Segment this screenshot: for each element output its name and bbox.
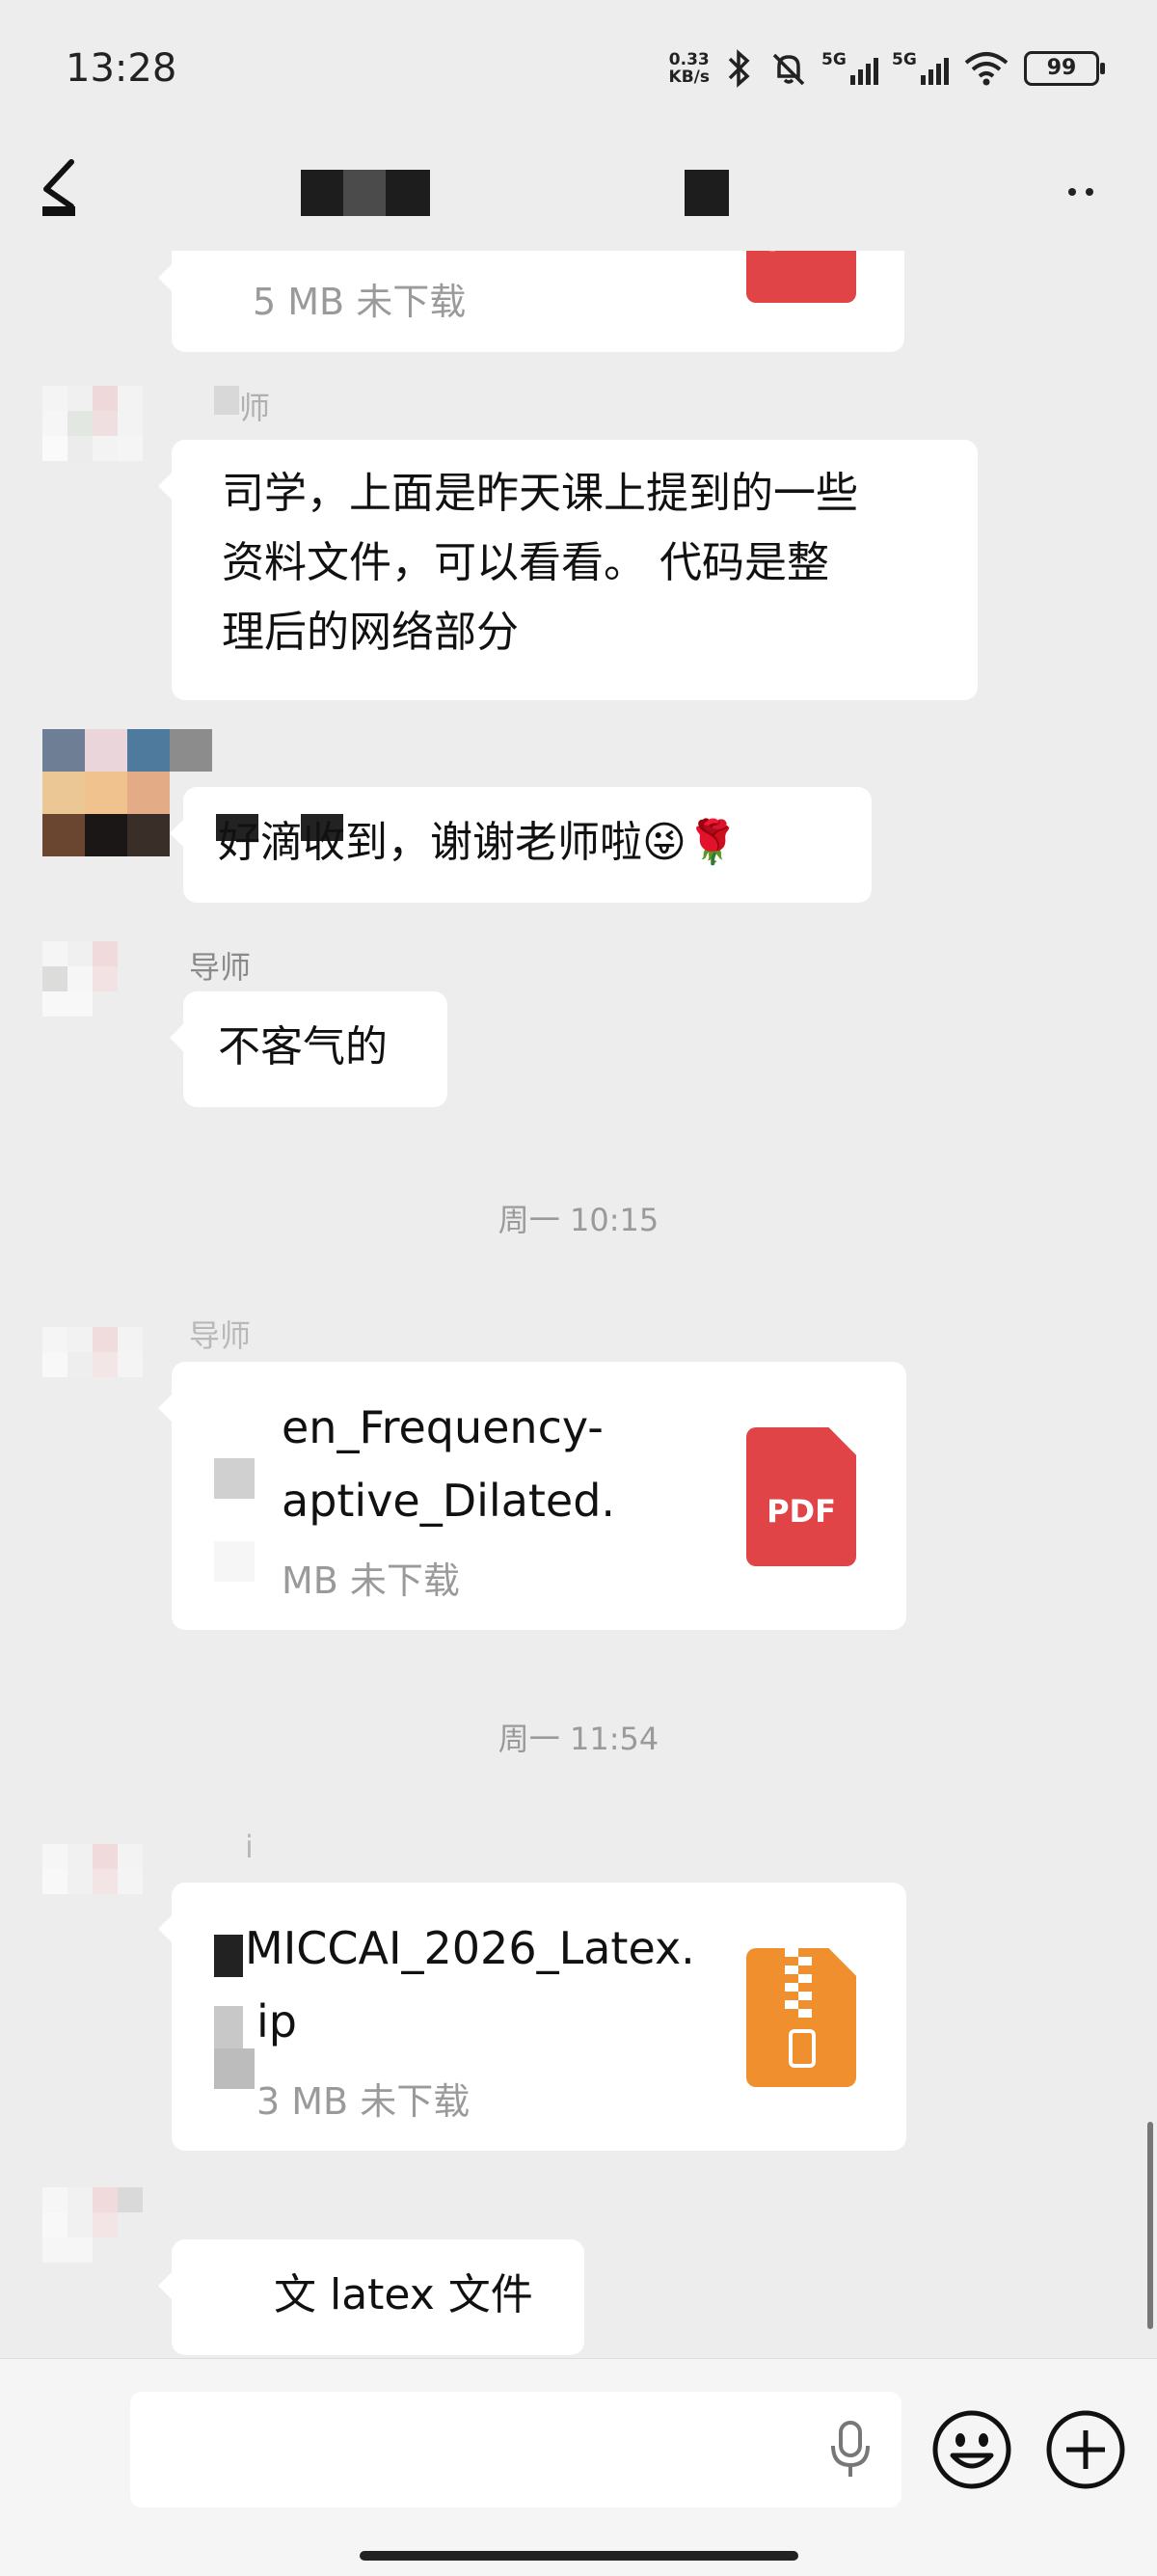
wifi-icon	[964, 52, 1009, 86]
file-info: 5 MB 未下载	[253, 281, 467, 323]
input-bar	[0, 2358, 1157, 2576]
title-redaction	[301, 170, 430, 216]
signal-icon: 5G	[892, 50, 949, 85]
time-separator: 周一 10:15	[498, 1202, 659, 1238]
text-message-bubble[interactable]: 司学，上面是昨天课上提到的一些 资料文件，可以看看。 代码是整 理后的网络部分	[158, 440, 978, 700]
time-separator: 周一 11:54	[498, 1721, 659, 1757]
emoji-icon[interactable]	[931, 2409, 1012, 2490]
zip-file-icon	[746, 1948, 856, 2087]
status-time: 13:28	[66, 46, 177, 91]
sender-name: 师	[239, 390, 271, 426]
file-message-bubble[interactable]: MICCAI_2026_Latex. ip 3 MB 未下载	[158, 1883, 906, 2151]
text-message-bubble[interactable]: 文 latex 文件	[158, 2239, 584, 2355]
status-bar: 13:28 0.33 KB/s 5G 5G 99	[0, 0, 1157, 135]
file-info: 3 MB 未下载	[256, 2080, 471, 2123]
chat-header	[0, 135, 1157, 251]
message-text: 文 latex 文件	[274, 2270, 533, 2319]
microphone-icon[interactable]	[828, 2419, 873, 2481]
file-name: MICCAI_2026_Latex. ip	[245, 1922, 695, 2047]
message-text: 司学，上面是昨天课上提到的一些 资料文件，可以看看。 代码是整 理后的网络部分	[222, 469, 858, 657]
message-text: 好滴收到，谢谢老师啦😜🌹	[218, 818, 740, 867]
redaction-block	[214, 1458, 255, 1499]
avatar[interactable]	[42, 941, 143, 1042]
avatar[interactable]	[42, 1844, 143, 1944]
emoji-rose: 🌹	[686, 818, 740, 867]
sender-name: 导师	[189, 949, 252, 986]
sender-name: i	[245, 1829, 254, 1865]
chat-scrollbar[interactable]	[1147, 2122, 1153, 2329]
text-message-bubble[interactable]: 好滴收到，谢谢老师啦😜🌹	[170, 787, 872, 903]
back-arrow-icon[interactable]	[37, 156, 94, 218]
sender-name: 导师	[189, 1317, 252, 1354]
redaction-block	[214, 386, 239, 415]
file-name: en_Frequency- aptive_Dilated.	[282, 1401, 616, 1527]
file-message-bubble[interactable]: en_Frequency- aptive_Dilated. MB 未下载 PDF	[158, 1362, 906, 1630]
plus-icon[interactable]	[1045, 2409, 1126, 2490]
redaction-block	[214, 2006, 243, 2048]
mute-bell-icon	[772, 53, 805, 86]
battery-icon: 99	[1024, 51, 1105, 86]
avatar[interactable]	[42, 386, 143, 486]
file-message-bubble[interactable]: 5 MB 未下载 PDF	[158, 251, 904, 352]
text-message-bubble[interactable]: 不客气的	[170, 991, 447, 1107]
chat-messages: 5 MB 未下载 PDF 师 司学，上面是昨天课上提到的一些 资料文件，可以看看…	[0, 251, 1157, 2358]
net-speed: 0.33 KB/s	[668, 50, 710, 87]
pdf-file-icon: PDF	[746, 1427, 856, 1566]
more-dots-icon[interactable]	[1068, 177, 1103, 206]
redaction-block	[214, 1935, 243, 1977]
redaction-block	[214, 1541, 255, 1582]
home-indicator[interactable]	[360, 2551, 798, 2561]
status-icons: 0.33 KB/s 5G 5G 99	[668, 44, 1105, 93]
signal-icon: 5G	[821, 50, 878, 85]
emoji-tongue: 😜	[642, 818, 686, 867]
file-info: MB 未下载	[282, 1559, 460, 1602]
title-redaction	[685, 170, 729, 216]
avatar[interactable]	[42, 1327, 143, 1427]
pdf-file-icon: PDF	[746, 251, 856, 303]
message-input[interactable]	[130, 2392, 901, 2508]
avatar[interactable]	[42, 2187, 143, 2288]
message-text: 不客气的	[218, 1022, 388, 1071]
bluetooth-icon	[728, 49, 750, 88]
